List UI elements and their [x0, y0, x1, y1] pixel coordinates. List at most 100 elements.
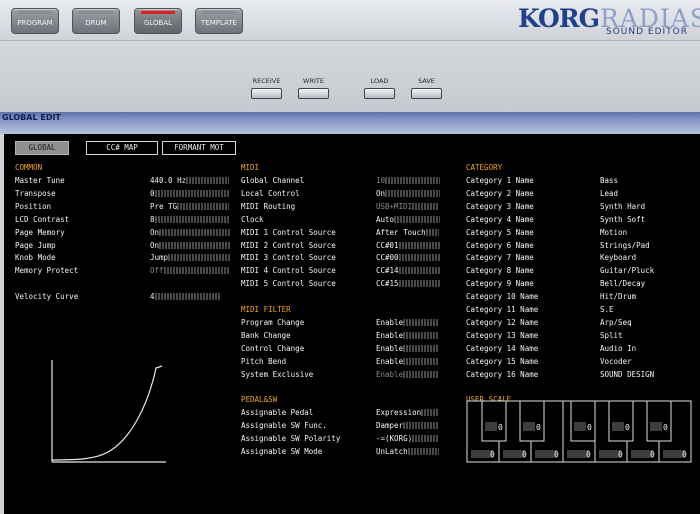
category-row[interactable]: Category 14 Name Audio In — [466, 344, 636, 355]
category-value[interactable]: Vocoder — [600, 357, 632, 366]
category-row[interactable]: Category 6 Name Strings/Pad — [466, 241, 650, 252]
common-row[interactable]: Page Jump On — [15, 241, 260, 252]
category-row[interactable]: Category 2 Name Lead — [466, 189, 630, 200]
common-row[interactable]: LCD Contrast 8 — [15, 215, 260, 226]
category-value[interactable]: Bell/Decay — [600, 279, 645, 288]
midi-filter-row[interactable]: Bank Change Enable — [241, 331, 470, 342]
midi-row[interactable]: Clock Auto — [241, 215, 470, 226]
common-value[interactable]: Jump — [150, 253, 230, 262]
common-row[interactable]: Transpose 0 — [15, 189, 260, 200]
pedal-sw-value[interactable]: UnLatch — [376, 447, 440, 456]
midi-value[interactable]: Auto — [376, 215, 440, 224]
black-key-4-value[interactable]: 0 — [625, 423, 630, 432]
black-key-3[interactable] — [570, 400, 596, 442]
tab-drum[interactable]: DRUM — [72, 8, 120, 34]
category-row[interactable]: Category 16 Name SOUND DESIGN — [466, 370, 654, 381]
common-row[interactable]: Position Pre TG — [15, 202, 260, 213]
receive-button-cap[interactable] — [251, 88, 282, 99]
pedal-sw-value[interactable]: -=(KORG) — [376, 434, 440, 443]
category-value[interactable]: Synth Hard — [600, 202, 645, 211]
category-row[interactable]: Category 4 Name Synth Soft — [466, 215, 645, 226]
write-button[interactable]: WRITE — [298, 77, 329, 99]
black-key-5-value[interactable]: 0 — [663, 423, 668, 432]
midi-filter-value[interactable]: Enable — [376, 370, 440, 379]
category-value[interactable]: Audio In — [600, 344, 636, 353]
white-key-1-value[interactable]: 0 — [490, 450, 495, 459]
black-key-4[interactable] — [608, 400, 634, 442]
category-row[interactable]: Category 3 Name Synth Hard — [466, 202, 645, 213]
pedal-sw-row[interactable]: Assignable SW Polarity -=(KORG) — [241, 434, 470, 445]
category-row[interactable]: Category 13 Name Split — [466, 331, 630, 342]
midi-row[interactable]: MIDI 3 Control Source CC#00 — [241, 253, 470, 264]
black-key-1-value[interactable]: 0 — [498, 423, 503, 432]
common-row[interactable]: Memory Protect Off — [15, 266, 260, 277]
pedal-sw-row[interactable]: Assignable SW Func. Damper — [241, 421, 470, 432]
category-row[interactable]: Category 7 Name Keyboard — [466, 253, 636, 264]
pedal-sw-value[interactable]: Damper — [376, 421, 440, 430]
midi-row[interactable]: MIDI 5 Control Source CC#15 — [241, 279, 470, 290]
category-value[interactable]: Split — [600, 331, 623, 340]
common-value[interactable]: Off — [150, 266, 230, 275]
save-button-cap[interactable] — [411, 88, 442, 99]
panel-tab-global[interactable]: GLOBAL — [15, 141, 69, 155]
black-key-2-value[interactable]: 0 — [536, 423, 541, 432]
pedal-sw-row[interactable]: Assignable SW Mode UnLatch — [241, 447, 470, 458]
common-row[interactable]: Master Tune 440.0 Hz — [15, 176, 260, 187]
category-value[interactable]: Keyboard — [600, 253, 636, 262]
black-key-2[interactable] — [519, 400, 545, 442]
midi-row[interactable]: Global Channel 10 — [241, 176, 470, 187]
save-button[interactable]: SAVE — [411, 77, 442, 99]
midi-filter-row[interactable]: Pitch Bend Enable — [241, 357, 470, 368]
category-row[interactable]: Category 1 Name Bass — [466, 176, 630, 187]
panel-tab-formant-mot[interactable]: FORMANT MOT — [162, 141, 236, 155]
midi-row[interactable]: MIDI 2 Control Source CC#01 — [241, 241, 470, 252]
category-value[interactable]: Guitar/Pluck — [600, 266, 654, 275]
category-value[interactable]: Lead — [600, 189, 618, 198]
panel-tab-cc-map[interactable]: CC# MAP — [86, 141, 158, 155]
tab-template[interactable]: TEMPLATE — [195, 8, 243, 34]
common-value[interactable]: On — [150, 241, 230, 250]
user-scale-keyboard[interactable]: 0 0 0 0 0 0 0 0 0 0 0 0 — [466, 400, 692, 464]
category-row[interactable]: Category 15 Name Vocoder — [466, 357, 632, 368]
common-row[interactable]: Page Memory On — [15, 228, 260, 239]
white-key-7-value[interactable]: 0 — [682, 450, 687, 459]
midi-filter-row[interactable]: Program Change Enable — [241, 318, 470, 329]
category-row[interactable]: Category 9 Name Bell/Decay — [466, 279, 645, 290]
velocity-curve-value[interactable]: 4 — [150, 292, 221, 301]
category-value[interactable]: Arp/Seq — [600, 318, 632, 327]
tab-program[interactable]: PROGRAM — [11, 8, 59, 34]
midi-row[interactable]: Local Control On — [241, 189, 470, 200]
write-button-cap[interactable] — [298, 88, 329, 99]
white-key-6-value[interactable]: 0 — [650, 450, 655, 459]
category-value[interactable]: Hit/Drum — [600, 292, 636, 301]
category-value[interactable]: Motion — [600, 228, 627, 237]
midi-value[interactable]: CC#01 — [376, 241, 440, 250]
common-value[interactable]: 440.0 Hz — [150, 176, 230, 185]
pedal-sw-value[interactable]: Expression — [376, 408, 440, 417]
midi-filter-value[interactable]: Enable — [376, 344, 440, 353]
category-row[interactable]: Category 11 Name S.E — [466, 305, 630, 316]
pedal-sw-row[interactable]: Assignable Pedal Expression — [241, 408, 470, 419]
category-row[interactable]: Category 5 Name Motion — [466, 228, 630, 239]
common-value[interactable]: 8 — [150, 215, 230, 224]
midi-value[interactable]: CC#14 — [376, 266, 440, 275]
load-button[interactable]: LOAD — [364, 77, 395, 99]
midi-value[interactable]: CC#15 — [376, 279, 440, 288]
white-key-2-value[interactable]: 0 — [522, 450, 527, 459]
midi-filter-value[interactable]: Enable — [376, 318, 440, 327]
common-value[interactable]: 0 — [150, 189, 230, 198]
category-value[interactable]: Synth Soft — [600, 215, 645, 224]
category-value[interactable]: Bass — [600, 176, 618, 185]
category-value[interactable]: SOUND DESIGN — [600, 370, 654, 379]
black-key-1[interactable] — [481, 400, 507, 442]
white-key-5-value[interactable]: 0 — [618, 450, 623, 459]
midi-value[interactable]: 10 — [376, 176, 440, 185]
midi-value[interactable]: After Touch — [376, 228, 440, 237]
midi-value[interactable]: USB+MIDI — [376, 202, 440, 211]
load-button-cap[interactable] — [364, 88, 395, 99]
midi-value[interactable]: On — [376, 189, 440, 198]
common-row[interactable]: Knob Mode Jump — [15, 253, 260, 264]
tab-global[interactable]: GLOBAL — [134, 8, 182, 34]
black-key-3-value[interactable]: 0 — [587, 423, 592, 432]
category-row[interactable]: Category 8 Name Guitar/Pluck — [466, 266, 654, 277]
